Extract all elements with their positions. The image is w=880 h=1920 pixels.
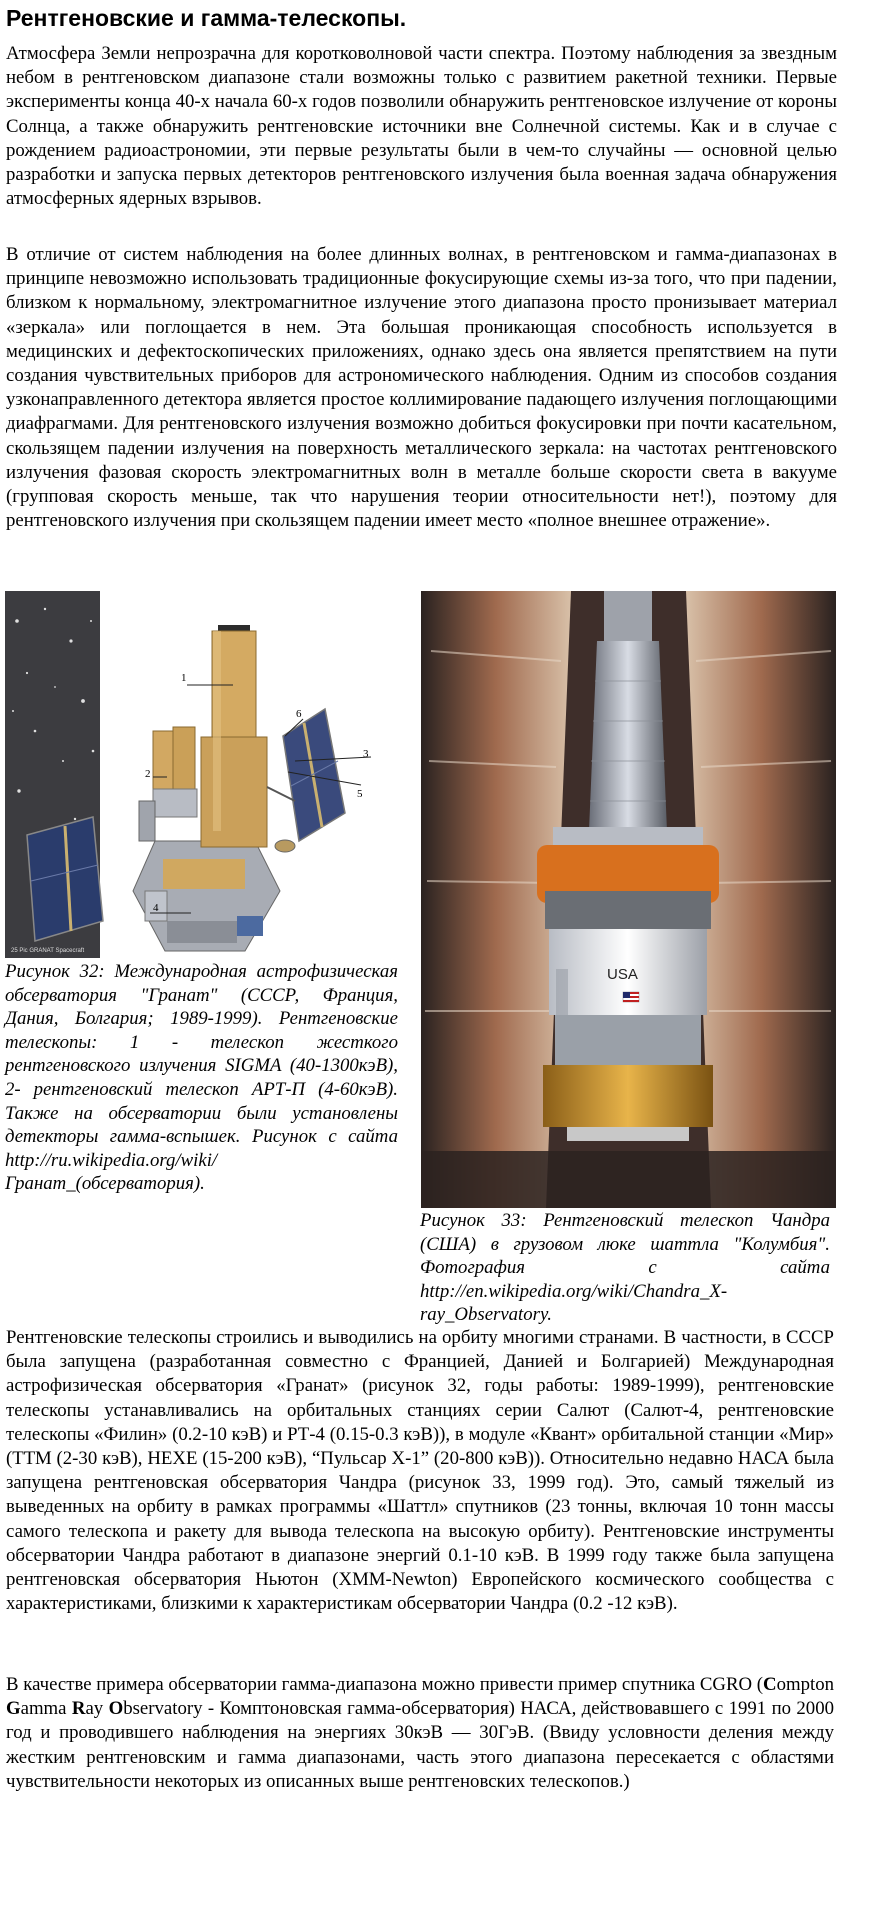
spacecraft-bus <box>132 840 281 952</box>
paragraph-3: Рентгеновские телескопы строились и выво… <box>6 1327 834 1615</box>
antenna <box>266 786 296 853</box>
label-6: 6 <box>296 708 302 720</box>
chandra-photo: USA <box>421 591 836 1208</box>
document-page: Рентгеновские и гамма-телескопы. Атмосфе… <box>0 0 880 1920</box>
label-1: 1 <box>181 672 187 684</box>
label-3: 3 <box>363 748 369 760</box>
usa-lettering: USA <box>607 966 638 983</box>
figure-33-caption: Рисунок 33: Рентгеновский телескоп Чандр… <box>420 1210 830 1326</box>
image-credit: 25 Pic GRANAT Spacecraft <box>11 948 84 954</box>
sigma-telescope-tube <box>200 625 268 848</box>
label-2: 2 <box>145 768 151 780</box>
left-solar-panel <box>26 816 104 942</box>
paragraph-2: В отличие от систем наблюдения на более … <box>6 244 837 532</box>
paragraph-1: Атмосфера Земли непрозрачна для коротков… <box>6 43 837 210</box>
figure-32-caption: Рисунок 32: Международная астрофизическа… <box>5 961 398 1195</box>
chandra-figure: USA <box>421 591 836 1208</box>
paragraph-4: В качестве примера обсерватории гамма-ди… <box>6 1674 834 1792</box>
granat-figure: 1 2 3 4 5 6 25 Pic GRANAT Spacecraft <box>5 591 402 958</box>
page-title: Рентгеновские и гамма-телескопы. <box>6 5 407 31</box>
art-p-telescope <box>138 726 198 842</box>
label-5: 5 <box>357 788 363 800</box>
granat-illustration: 1 2 3 4 5 6 25 Pic GRANAT Spacecraft <box>5 591 372 958</box>
label-4: 4 <box>153 902 159 914</box>
